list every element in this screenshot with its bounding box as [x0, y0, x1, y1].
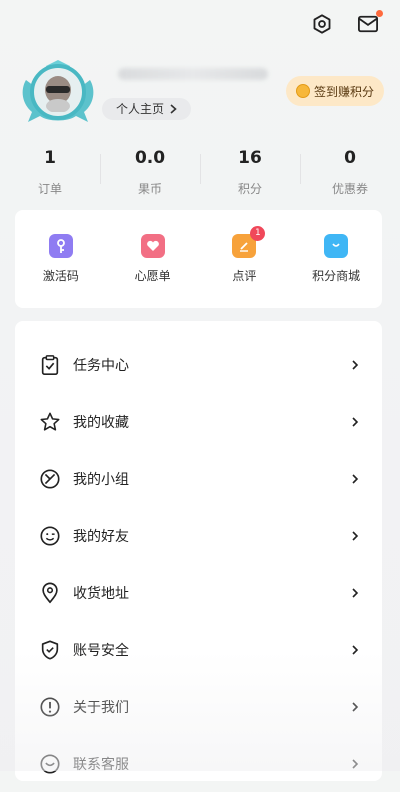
mail-icon[interactable]: [356, 10, 383, 36]
menu-item-about-us[interactable]: 关于我们: [15, 679, 382, 735]
menu-item-my-group[interactable]: 我的小组: [15, 451, 382, 507]
chevron-right-icon: [352, 531, 359, 541]
stat-label: 订单: [37, 182, 62, 196]
shortcuts-card: 激活码 心愿单 1 点评 积分商城: [15, 210, 382, 308]
chevron-right-icon: [352, 360, 359, 370]
menu-item-label: 我的小组: [73, 472, 129, 488]
shield-icon: [41, 640, 59, 660]
stat-coupons[interactable]: 0 优惠券: [300, 148, 400, 197]
menu-item-label: 任务中心: [73, 358, 129, 374]
stat-value: 16: [238, 148, 262, 168]
menu-item-account-security[interactable]: 账号安全: [15, 622, 382, 678]
shortcut-label: 积分商城: [312, 269, 361, 283]
stat-value: 1: [44, 148, 56, 168]
stat-value: 0: [344, 148, 356, 168]
review-icon: 1: [232, 226, 266, 258]
shopping-bag-icon: [324, 234, 349, 258]
menu-item-label: 我的收藏: [73, 415, 129, 431]
friend-smile-icon: [40, 526, 60, 546]
menu-item-favorites[interactable]: 我的收藏: [15, 394, 382, 450]
stat-label: 积分: [237, 182, 262, 196]
chevron-right-icon: [352, 702, 359, 712]
chevron-right-icon: [170, 104, 177, 114]
menu-item-shipping-address[interactable]: 收货地址: [15, 565, 382, 621]
location-pin-icon: [42, 582, 58, 604]
profile-header: 个人主页 签到赚积分: [18, 60, 388, 130]
stat-orders[interactable]: 1 订单: [0, 148, 100, 197]
top-bar: [310, 10, 383, 36]
menu-item-customer-service[interactable]: 联系客服: [15, 736, 382, 792]
avatar-image: [30, 64, 86, 120]
checkin-earn-points-button[interactable]: 签到赚积分: [285, 76, 384, 106]
menu-item-my-friends[interactable]: 我的好友: [15, 508, 382, 564]
notification-dot: [376, 10, 383, 17]
chevron-right-icon: [352, 645, 359, 655]
customer-service-icon: [40, 754, 60, 774]
menu-item-label: 关于我们: [73, 700, 129, 716]
personal-homepage-button[interactable]: 个人主页: [102, 98, 192, 120]
avatar[interactable]: [18, 60, 98, 128]
homepage-label: 个人主页: [116, 102, 165, 116]
review-badge: 1: [250, 226, 266, 241]
menu-item-label: 联系客服: [73, 757, 129, 773]
menu-item-label: 我的好友: [73, 529, 129, 545]
heart-icon: [140, 234, 165, 258]
star-icon: [40, 412, 60, 431]
chevron-right-icon: [352, 759, 359, 769]
stat-label: 果币: [137, 182, 162, 196]
shortcut-label: 激活码: [42, 269, 79, 283]
key-icon: [48, 234, 73, 258]
group-icon: [40, 469, 60, 489]
shortcut-label: 点评: [232, 269, 257, 283]
shortcut-activation-code[interactable]: 激活码: [15, 210, 107, 308]
stat-points[interactable]: 16 积分: [200, 148, 300, 197]
chevron-right-icon: [352, 417, 359, 427]
shortcut-review[interactable]: 1 点评: [199, 210, 291, 308]
username-blurred: [118, 68, 268, 80]
stat-value: 0.0: [134, 148, 166, 168]
shortcut-points-mall[interactable]: 积分商城: [290, 210, 382, 308]
chevron-right-icon: [352, 474, 359, 484]
shortcut-label: 心愿单: [134, 269, 171, 283]
menu-card: 任务中心 我的收藏 我的小组 我的好友 收货地址 账号安全 关于我们 联系客服: [15, 321, 382, 781]
menu-item-label: 账号安全: [73, 643, 129, 659]
checkin-label: 签到赚积分: [313, 84, 374, 99]
task-clipboard-icon: [41, 355, 59, 375]
settings-icon[interactable]: [310, 12, 334, 36]
menu-item-task-center[interactable]: 任务中心: [15, 337, 382, 393]
coin-icon: [295, 84, 310, 98]
chevron-right-icon: [352, 588, 359, 598]
stats-row: 1 订单 0.0 果币 16 积分 0 优惠券: [0, 148, 400, 197]
stat-coins[interactable]: 0.0 果币: [100, 148, 200, 197]
stat-label: 优惠券: [331, 182, 368, 196]
shortcut-wishlist[interactable]: 心愿单: [107, 210, 199, 308]
menu-item-label: 收货地址: [73, 586, 129, 602]
info-icon: [40, 697, 60, 717]
